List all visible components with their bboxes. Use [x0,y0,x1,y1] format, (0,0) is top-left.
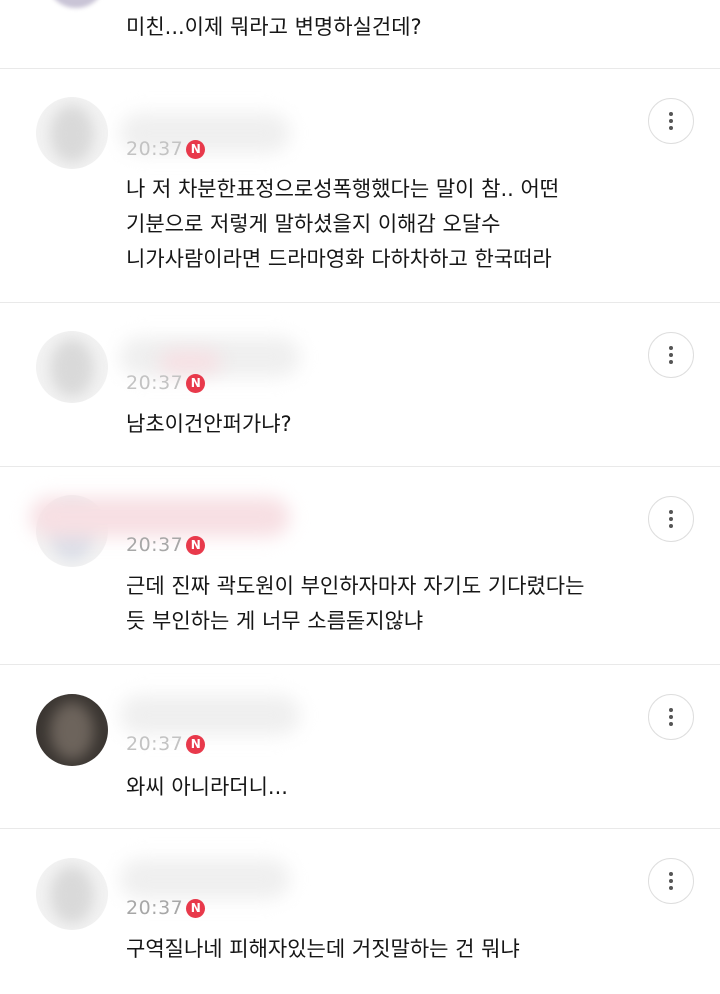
comment-text: 남초이건안퍼가냐? [126,412,292,436]
comment-text: 나 저 차분한표정으로성폭행했다는 말이 참.. 어떤 기분으로 저렇게 말하셨… [126,177,560,271]
more-options-button[interactable] [648,858,694,904]
avatar[interactable] [36,331,108,403]
more-vertical-icon [669,112,673,116]
username-blurred [120,695,300,735]
comment-time: 20:37 [126,534,184,556]
more-options-button[interactable] [648,98,694,144]
more-options-button[interactable] [648,332,694,378]
comment-time: 20:37 [126,372,184,394]
more-vertical-icon [669,346,673,350]
comment-text: 근데 진짜 곽도원이 부인하자마자 자기도 기다렸다는 듯 부인하는 게 너무 … [126,574,585,633]
avatar[interactable] [36,97,108,169]
comment-text: 와씨 아니라더니... [126,775,288,799]
new-badge-icon: N [186,139,206,159]
comment-time: 20:37 [126,897,184,919]
new-badge-icon: N [186,898,206,918]
comment-text: 구역질나네 피해자있는데 거짓말하는 건 뭐냐 [126,937,520,961]
comment-item: 미친...이제 뭐라고 변명하실건데? [0,0,720,69]
comment-text: 미친...이제 뭐라고 변명하실건데? [126,15,422,39]
more-options-button[interactable] [648,496,694,542]
new-badge-icon: N [186,535,206,555]
more-vertical-icon [669,708,673,712]
new-badge-icon: N [186,373,206,393]
comment-item: 20:37 N 와씨 아니라더니... [0,665,720,829]
more-vertical-icon [669,872,673,876]
avatar[interactable] [36,694,108,766]
comment-time: 20:37 [126,733,184,755]
more-options-button[interactable] [648,694,694,740]
more-vertical-icon [669,510,673,514]
comment-item: 20:37 N 근데 진짜 곽도원이 부인하자마자 자기도 기다렸다는 듯 부인… [0,467,720,665]
avatar[interactable] [46,0,106,8]
avatar[interactable] [36,858,108,930]
username-blurred [120,859,290,899]
comment-time: 20:37 [126,138,184,160]
comment-item: 20:37 N 구역질나네 피해자있는데 거짓말하는 건 뭐냐 [0,829,720,994]
username-blurred [30,497,290,537]
new-badge-icon: N [186,734,206,754]
comment-item: 20:37 N 남초이건안퍼가냐? [0,303,720,467]
comment-item: 20:37 N 나 저 차분한표정으로성폭행했다는 말이 참.. 어떤 기분으로… [0,69,720,303]
